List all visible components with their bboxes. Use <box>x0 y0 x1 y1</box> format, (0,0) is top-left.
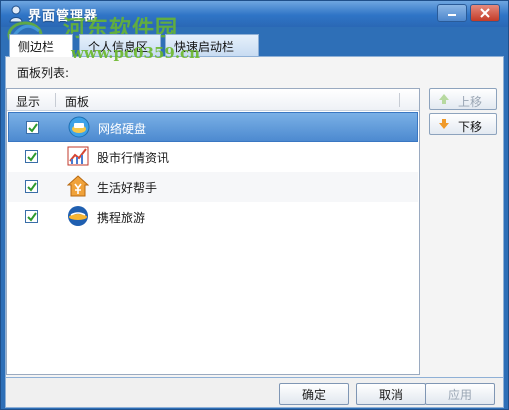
minimize-button[interactable] <box>437 4 467 22</box>
move-down-label: 下移 <box>458 120 483 134</box>
tab-content: 面板列表: 显示 面板 网络硬盘 股市行情资讯 生活好帮手 携程旅游 上移 下移 <box>5 56 504 378</box>
close-icon <box>480 8 490 18</box>
show-checkbox[interactable] <box>25 180 38 193</box>
yuan-house-icon <box>67 175 89 197</box>
panel-name: 网络硬盘 <box>98 122 147 136</box>
cancel-button[interactable]: 取消 <box>356 383 426 405</box>
apply-button[interactable]: 应用 <box>425 383 495 405</box>
panel-name: 携程旅游 <box>97 211 146 225</box>
check-icon <box>27 182 37 192</box>
list-header: 显示 面板 <box>7 89 419 111</box>
interface-manager-window: 界面管理器 河东软件园 侧边栏 个人信息区 快速启动栏 www.pc0359.c… <box>0 0 509 410</box>
watermark-url: www.pc0359.cn <box>71 44 201 62</box>
list-item[interactable]: 携程旅游 <box>8 202 418 232</box>
panel-name: 生活好帮手 <box>97 181 158 195</box>
column-panel[interactable]: 面板 <box>65 93 89 110</box>
column-show[interactable]: 显示 <box>16 93 40 110</box>
close-button[interactable] <box>470 4 500 22</box>
move-up-label: 上移 <box>458 95 483 109</box>
show-checkbox[interactable] <box>26 121 39 134</box>
column-divider[interactable] <box>399 93 400 107</box>
list-item[interactable]: 股市行情资讯 <box>8 142 418 172</box>
arrow-up-icon <box>439 94 449 104</box>
cloud-disk-icon <box>68 116 90 138</box>
tab-sidebar[interactable]: 侧边栏 <box>9 34 73 57</box>
check-icon <box>27 152 37 162</box>
ok-button[interactable]: 确定 <box>279 383 349 405</box>
dialog-footer: 确定 取消 应用 <box>5 378 504 408</box>
column-divider[interactable] <box>55 93 56 107</box>
minimize-icon <box>448 14 456 16</box>
panel-name: 股市行情资讯 <box>97 151 170 165</box>
panel-list[interactable]: 显示 面板 网络硬盘 股市行情资讯 生活好帮手 携程旅游 <box>6 88 420 375</box>
stock-chart-icon <box>67 146 89 166</box>
move-up-button[interactable]: 上移 <box>429 88 497 110</box>
arrow-down-icon <box>439 119 449 129</box>
check-icon <box>28 123 38 133</box>
show-checkbox[interactable] <box>25 150 38 163</box>
show-checkbox[interactable] <box>25 210 38 223</box>
move-down-button[interactable]: 下移 <box>429 113 497 135</box>
travel-plane-icon <box>68 206 88 226</box>
panel-list-label: 面板列表: <box>17 66 70 80</box>
list-item[interactable]: 生活好帮手 <box>8 172 418 202</box>
list-item[interactable]: 网络硬盘 <box>8 112 418 142</box>
check-icon <box>27 212 37 222</box>
